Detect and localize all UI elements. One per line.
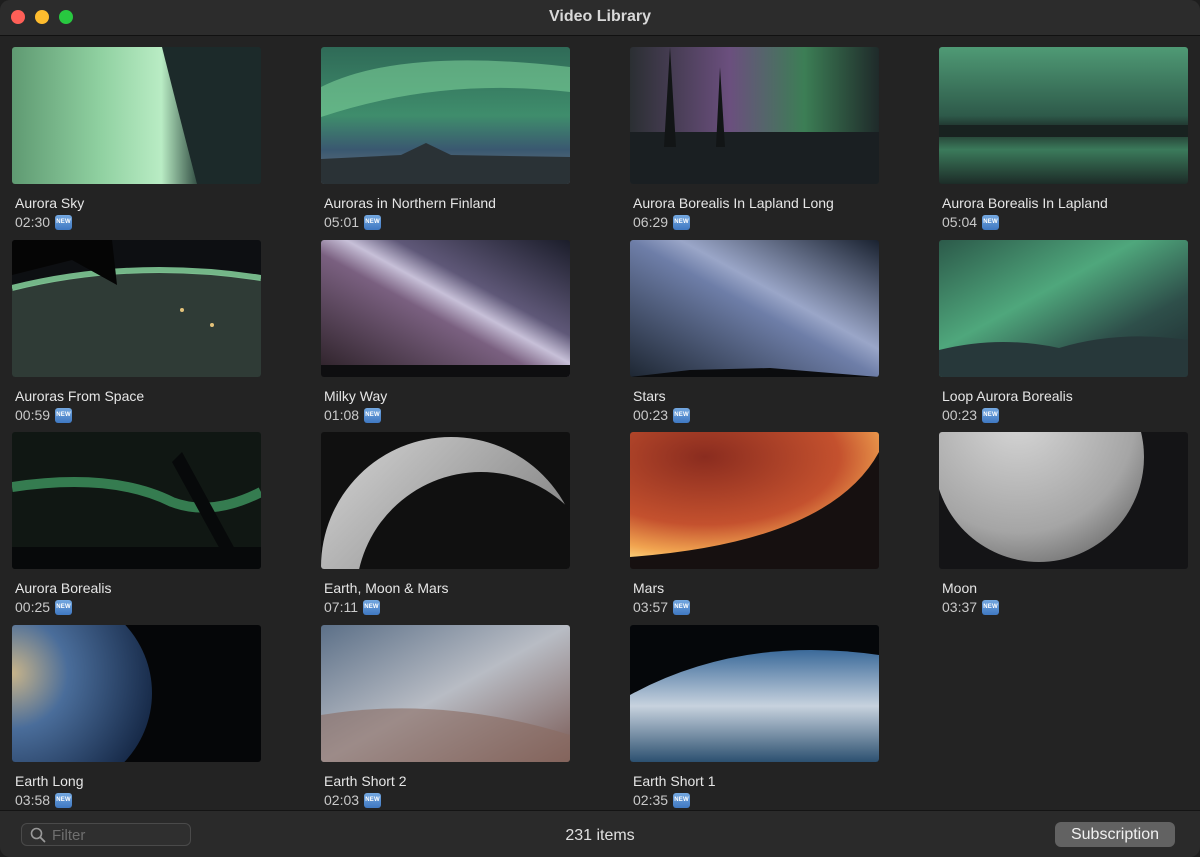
video-thumbnail[interactable] [321,625,570,762]
video-thumbnail[interactable] [12,625,261,762]
video-meta: 00:59 NEW [15,406,73,424]
video-title: Earth Long [15,773,84,789]
video-duration: 02:35 [633,792,669,808]
video-title: Aurora Borealis In Lapland [942,195,1108,211]
new-badge-icon: NEW [982,407,1000,423]
video-thumbnail[interactable] [321,432,570,569]
video-library-window: Video Library Aurora Sky 02:30 NEW Auror… [0,0,1200,857]
video-thumbnail[interactable] [939,432,1188,569]
video-title: Stars [633,388,666,404]
video-card[interactable]: Auroras in Northern Finland 05:01 NEW [321,47,570,232]
video-title: Loop Aurora Borealis [942,388,1073,404]
video-card[interactable]: Aurora Borealis 00:25 NEW [12,432,261,617]
video-card[interactable]: Mars 03:57 NEW [630,432,879,617]
new-badge-icon: NEW [673,214,691,230]
video-meta: 03:57 NEW [633,598,691,616]
video-meta: 07:11 NEW [324,598,380,616]
video-duration: 05:04 [942,214,978,230]
video-meta: 02:35 NEW [633,791,691,809]
new-badge-icon: NEW [55,214,73,230]
window-title: Video Library [549,8,651,25]
video-meta: 00:23 NEW [942,406,1000,424]
video-card[interactable]: Auroras From Space 00:59 NEW [12,240,261,425]
video-duration: 00:23 [633,407,669,423]
video-thumbnail[interactable] [321,240,570,377]
video-thumbnail[interactable] [12,240,261,377]
new-badge-icon: NEW [982,599,1000,615]
video-meta: 02:03 NEW [324,791,382,809]
video-title: Milky Way [324,388,388,404]
video-card[interactable]: Earth, Moon & Mars 07:11 NEW [321,432,570,617]
video-card[interactable]: Aurora Borealis In Lapland 05:04 NEW [939,47,1188,232]
video-meta: 05:01 NEW [324,213,382,231]
item-count: 231 items [565,827,635,844]
video-meta: 06:29 NEW [633,213,691,231]
new-badge-icon: NEW [982,214,1000,230]
video-card[interactable]: Earth Long 03:58 NEW [12,625,261,810]
video-thumbnail[interactable] [12,432,261,569]
video-duration: 03:37 [942,599,978,615]
video-thumbnail[interactable] [321,47,570,184]
video-card[interactable]: Aurora Borealis In Lapland Long 06:29 NE… [630,47,879,232]
video-title: Aurora Borealis In Lapland Long [633,195,834,211]
video-thumbnail[interactable] [630,240,879,377]
new-badge-icon: NEW [55,599,73,615]
video-duration: 02:03 [324,792,360,808]
video-duration: 02:30 [15,214,51,230]
new-badge-icon: NEW [55,792,73,808]
new-badge-icon: NEW [673,792,691,808]
video-duration: 00:23 [942,407,978,423]
video-duration: 00:59 [15,407,51,423]
video-duration: 06:29 [633,214,669,230]
new-badge-icon: NEW [673,599,691,615]
new-badge-icon: NEW [673,407,691,423]
video-meta: 03:58 NEW [15,791,73,809]
video-thumbnail[interactable] [630,432,879,569]
video-meta: 00:25 NEW [15,598,73,616]
video-meta: 00:23 NEW [633,406,691,424]
video-card[interactable]: Earth Short 1 02:35 NEW [630,625,879,810]
video-duration: 03:58 [15,792,51,808]
video-meta: 03:37 NEW [942,598,1000,616]
video-duration: 07:11 [324,599,358,615]
subscription-button[interactable]: Subscription [1055,822,1175,847]
video-card[interactable]: Stars 00:23 NEW [630,240,879,425]
video-card[interactable]: Aurora Sky 02:30 NEW [12,47,261,232]
video-title: Earth Short 2 [324,773,407,789]
video-grid: Aurora Sky 02:30 NEW Auroras in Northern… [0,36,1200,809]
new-badge-icon: NEW [364,792,382,808]
video-title: Earth Short 1 [633,773,716,789]
video-duration: 00:25 [15,599,51,615]
video-thumbnail[interactable] [12,47,261,184]
video-card[interactable]: Milky Way 01:08 NEW [321,240,570,425]
video-thumbnail[interactable] [939,47,1188,184]
bottom-bar: 231 items Subscription [0,810,1200,857]
video-title: Auroras From Space [15,388,145,404]
video-thumbnail[interactable] [630,47,879,184]
video-card[interactable]: Loop Aurora Borealis 00:23 NEW [939,240,1188,425]
video-card[interactable]: Earth Short 2 02:03 NEW [321,625,570,810]
video-meta: 02:30 NEW [15,213,73,231]
video-thumbnail[interactable] [939,240,1188,377]
video-title: Aurora Sky [15,195,85,211]
video-thumbnail[interactable] [630,625,879,762]
new-badge-icon: NEW [364,407,382,423]
video-duration: 05:01 [324,214,360,230]
video-card[interactable]: Moon 03:37 NEW [939,432,1188,617]
new-badge-icon: NEW [363,599,380,615]
video-title: Mars [633,580,665,596]
video-duration: 03:57 [633,599,669,615]
title-bar[interactable]: Video Library [0,0,1200,36]
new-badge-icon: NEW [364,214,382,230]
video-title: Earth, Moon & Mars [324,580,449,596]
video-meta: 01:08 NEW [324,406,382,424]
video-duration: 01:08 [324,407,360,423]
new-badge-icon: NEW [55,407,73,423]
video-title: Auroras in Northern Finland [324,195,496,211]
video-title: Moon [942,580,978,596]
video-title: Aurora Borealis [15,580,112,596]
video-meta: 05:04 NEW [942,213,1000,231]
